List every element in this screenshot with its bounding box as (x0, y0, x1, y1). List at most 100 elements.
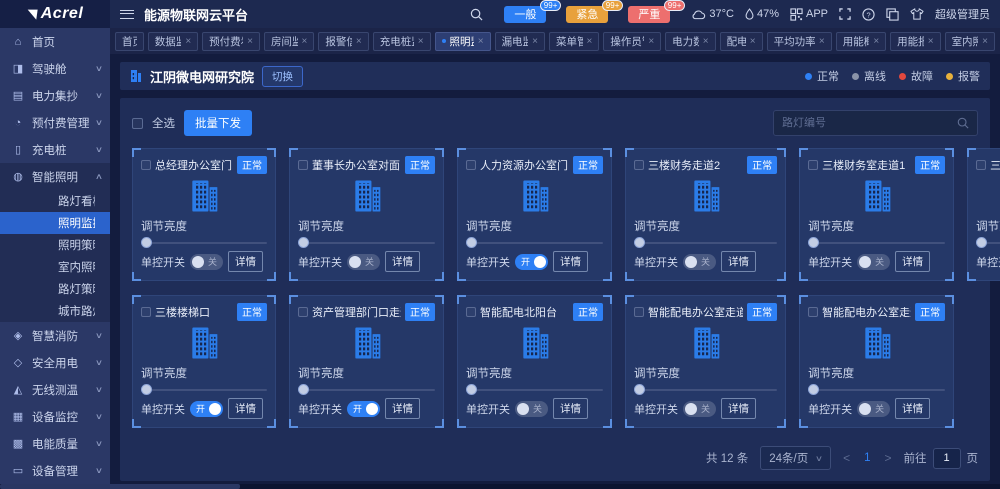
tab-close-icon[interactable]: × (532, 36, 538, 47)
tab[interactable]: 首页 × (115, 32, 144, 51)
tab-close-icon[interactable]: × (356, 36, 362, 47)
detail-button[interactable]: 详情 (228, 251, 263, 272)
tab[interactable]: 平均功率因数 × (767, 32, 832, 51)
slider-handle[interactable] (298, 237, 309, 248)
detail-button[interactable]: 详情 (895, 398, 930, 419)
slider-handle[interactable] (634, 384, 645, 395)
tab-close-icon[interactable]: × (185, 36, 191, 47)
light-switch-toggle[interactable]: 关 (347, 254, 380, 270)
tab[interactable]: 照明监控 × (435, 32, 491, 51)
detail-button[interactable]: 详情 (228, 398, 263, 419)
sidebar-item[interactable]: 城市路灯 (0, 300, 110, 322)
detail-button[interactable]: 详情 (385, 398, 420, 419)
card-checkbox[interactable] (808, 160, 818, 170)
card-checkbox[interactable] (634, 160, 644, 170)
tab-close-icon[interactable]: × (247, 36, 253, 47)
detail-button[interactable]: 详情 (553, 251, 588, 272)
light-switch-toggle[interactable]: 关 (857, 401, 890, 417)
card-checkbox[interactable] (466, 160, 476, 170)
sidebar-item[interactable]: 照明策略 (0, 234, 110, 256)
page-size-select[interactable]: 24条/页 ∨ (760, 446, 831, 470)
tab[interactable]: 用能报表 × (890, 32, 940, 51)
slider-handle[interactable] (634, 237, 645, 248)
goto-page-input[interactable] (933, 448, 961, 469)
card-checkbox[interactable] (298, 307, 308, 317)
tab[interactable]: 配电图 × (720, 32, 763, 51)
brightness-slider[interactable] (141, 237, 267, 244)
tab[interactable]: 预付费看板 × (202, 32, 260, 51)
app-download-button[interactable]: APP (790, 8, 828, 21)
sidebar-item[interactable]: 路灯策略 (0, 278, 110, 300)
detail-button[interactable]: 详情 (553, 398, 588, 419)
light-switch-toggle[interactable]: 开 (347, 401, 380, 417)
light-switch-toggle[interactable]: 开 (515, 254, 548, 270)
tab-close-icon[interactable]: × (478, 36, 484, 47)
slider-handle[interactable] (466, 384, 477, 395)
brightness-slider[interactable] (976, 237, 1000, 244)
brightness-slider[interactable] (634, 384, 777, 391)
tab[interactable]: 充电桩监控 × (373, 32, 431, 51)
tab-close-icon[interactable]: × (703, 36, 709, 47)
card-checkbox[interactable] (466, 307, 476, 317)
brightness-slider[interactable] (634, 237, 777, 244)
select-all-checkbox[interactable] (132, 118, 143, 129)
next-page-button[interactable]: > (884, 451, 891, 465)
switch-station-button[interactable]: 切换 (262, 66, 303, 87)
sidebar-item[interactable]: ▯ 充电桩 ∨ (0, 136, 110, 163)
sidebar-item[interactable]: ▩ 电能质量 ∨ (0, 430, 110, 457)
alarm-badge[interactable]: 一般 99+ (504, 6, 546, 23)
sidebar-item[interactable]: 路灯看板 (0, 190, 110, 212)
brightness-slider[interactable] (808, 237, 945, 244)
sidebar-item[interactable]: ⌂ 首页 (0, 28, 110, 55)
slider-handle[interactable] (466, 237, 477, 248)
slider-handle[interactable] (141, 384, 152, 395)
card-checkbox[interactable] (808, 307, 818, 317)
tab[interactable]: 漏电监测 × (495, 32, 545, 51)
lamp-number-search-input[interactable] (782, 117, 957, 129)
slider-handle[interactable] (141, 237, 152, 248)
slider-handle[interactable] (976, 237, 987, 248)
menu-collapse-icon[interactable] (120, 10, 134, 19)
card-checkbox[interactable] (298, 160, 308, 170)
tab-close-icon[interactable]: × (819, 36, 825, 47)
brightness-slider[interactable] (298, 384, 435, 391)
search-icon[interactable] (957, 117, 969, 129)
sidebar-item[interactable]: ▤ 电力集抄 ∨ (0, 82, 110, 109)
sidebar-item[interactable]: ◍ 智能照明 ∧ (0, 163, 110, 190)
tab-close-icon[interactable]: × (928, 36, 934, 47)
tab[interactable]: 电力数据 × (665, 32, 715, 51)
brightness-slider[interactable] (466, 237, 603, 244)
tab[interactable]: 室内照明 × (945, 32, 995, 51)
brightness-slider[interactable] (808, 384, 945, 391)
brightness-slider[interactable] (298, 237, 435, 244)
sidebar-item[interactable]: ◨ 驾驶舱 ∨ (0, 55, 110, 82)
multi-window-icon[interactable] (886, 8, 899, 21)
alarm-badge[interactable]: 紧急 99+ (566, 6, 608, 23)
slider-handle[interactable] (808, 237, 819, 248)
sidebar-item[interactable]: 照明监控 (0, 212, 110, 234)
horizontal-scrollbar[interactable] (0, 484, 1000, 489)
tab-close-icon[interactable]: × (302, 36, 308, 47)
card-checkbox[interactable] (976, 160, 986, 170)
tab[interactable]: 菜单管理 × (549, 32, 599, 51)
theme-skin-icon[interactable] (910, 8, 924, 20)
username[interactable]: 超级管理员 (935, 6, 990, 22)
sidebar-item[interactable]: ◇ 安全用电 ∨ (0, 349, 110, 376)
detail-button[interactable]: 详情 (385, 251, 420, 272)
slider-handle[interactable] (298, 384, 309, 395)
tab-close-icon[interactable]: × (418, 36, 424, 47)
light-switch-toggle[interactable]: 关 (683, 254, 716, 270)
tab-close-icon[interactable]: × (873, 36, 879, 47)
light-switch-toggle[interactable]: 关 (190, 254, 223, 270)
sidebar-item[interactable]: ◈ 智慧消防 ∨ (0, 322, 110, 349)
light-switch-toggle[interactable]: 关 (515, 401, 548, 417)
tab-close-icon[interactable]: × (982, 36, 988, 47)
search-icon[interactable] (470, 8, 483, 21)
sidebar-item[interactable]: ▭ 设备管理 ∨ (0, 457, 110, 484)
tab-close-icon[interactable]: × (648, 36, 654, 47)
tab[interactable]: 房间监控 × (264, 32, 314, 51)
detail-button[interactable]: 详情 (721, 251, 756, 272)
current-page[interactable]: 1 (864, 452, 870, 464)
fullscreen-icon[interactable] (839, 8, 851, 20)
tab-close-icon[interactable]: × (750, 36, 756, 47)
